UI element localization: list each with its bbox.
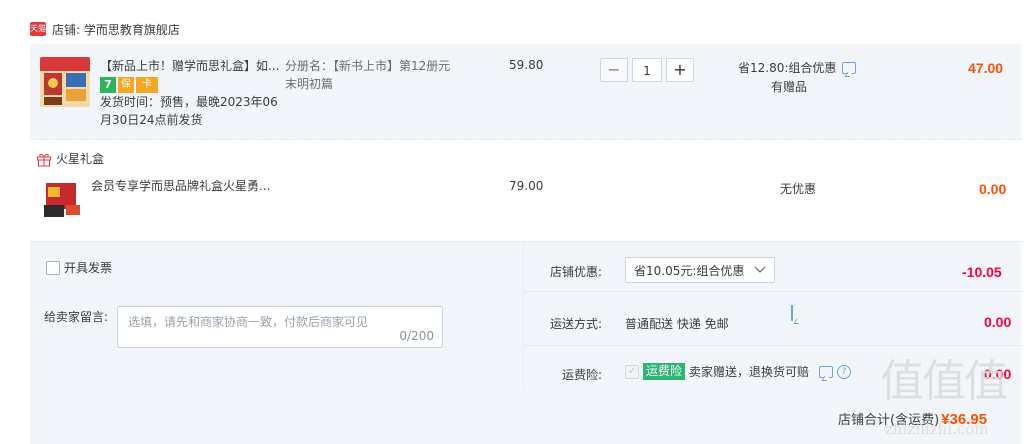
service-badges: 7 保 卡 [100,77,158,93]
seller-message-input[interactable]: 选填，请先和商家协商一致，付款后商家可见 0/200 [117,306,443,348]
promo-info-icon[interactable] [842,61,857,74]
invoice-option[interactable]: 开具发票 [46,259,112,276]
insurance-option: ✓ 运费险 卖家赠送，退换货可赔 ? [625,363,852,380]
watermark-url: zhizhizhi.com [885,420,989,438]
insurance-label: 运费险: [562,368,603,382]
message-placeholder: 选填，请先和商家协商一致，付款后商家可见 [128,315,369,329]
gift-icon [37,153,51,166]
shop-discount-select[interactable]: 省10.05元:组合优惠 [625,257,775,283]
tmall-badge: 天猫 [30,22,46,36]
item-promo: 省12.80:组合优惠 [738,59,857,76]
insurance-text: 卖家赠送，退换货可赔 [689,365,810,379]
unit-price: 59.80 [509,58,544,72]
shipping-value: 普通配送 快递 免邮 [625,317,729,331]
invoice-label: 开具发票 [64,261,113,275]
shop-discount-label: 店铺优惠: [550,265,603,279]
watermark-logo: 值值值 [880,356,1008,407]
item-total: 47.00 [968,60,1004,76]
product-title[interactable]: 【新品上市！赠学而思礼盒】如... [100,57,285,75]
message-char-counter: 0/200 [399,329,434,343]
gift-title[interactable]: 会员专享学而思品牌礼盒火星勇... [91,177,270,195]
sku-value-cont: 末明初篇 [285,77,334,91]
increase-quantity-button[interactable]: + [666,58,694,82]
promo-text: 省12.80:组合优惠 [738,61,837,75]
shop-name[interactable]: 店铺: 学而思教育旗舰店 [52,21,180,38]
sku-info: 分册名：【新书上市】第12册元 末明初篇 [285,57,485,93]
chevron-down-icon [754,266,766,273]
gift-section-label: 火星礼盒 [56,152,105,166]
credit-card-icon: 卡 [136,77,158,93]
invoice-checkbox[interactable] [46,260,60,275]
gift-text: 有赠品 [771,80,808,94]
guarantee-icon: 保 [118,77,134,93]
gift-total: 0.00 [979,181,1007,197]
gift-price: 79.00 [509,179,544,193]
insurance-tag: 运费险 [643,363,686,380]
decrease-quantity-button[interactable]: − [600,58,628,82]
quantity-input[interactable]: 1 [632,58,662,82]
gift-promo: 无优惠 [780,182,817,196]
insurance-chat-icon[interactable] [819,365,834,378]
insurance-checkbox: ✓ [625,364,639,379]
sku-value: 【新书上市】第12册元 [333,59,451,73]
discount-info-icon[interactable] [791,305,793,321]
shop-discount-amount: -10.05 [962,264,1002,280]
shop-discount-selected: 省10.05元:组合优惠 [634,263,745,278]
shipping-label: 运送方式: [550,317,603,331]
ship-time-line2: 月30日24点前发货 [100,113,203,127]
shop-header: 天猫 店铺: 学而思教育旗舰店 [30,19,180,39]
quantity-stepper: − 1 + [600,58,694,82]
shipping-amount: 0.00 [984,314,1012,330]
seven-day-return-icon: 7 [100,77,116,93]
ship-time-line1: 发货时间：预售，最晚2023年06 [100,95,278,109]
gift-header: 火星礼盒 [36,150,104,167]
message-label: 给卖家留言: [44,310,109,324]
gift-thumbnail[interactable] [40,177,84,221]
help-icon[interactable]: ? [837,364,852,379]
product-thumbnail[interactable] [40,57,90,107]
sku-label: 分册名： [285,59,334,73]
